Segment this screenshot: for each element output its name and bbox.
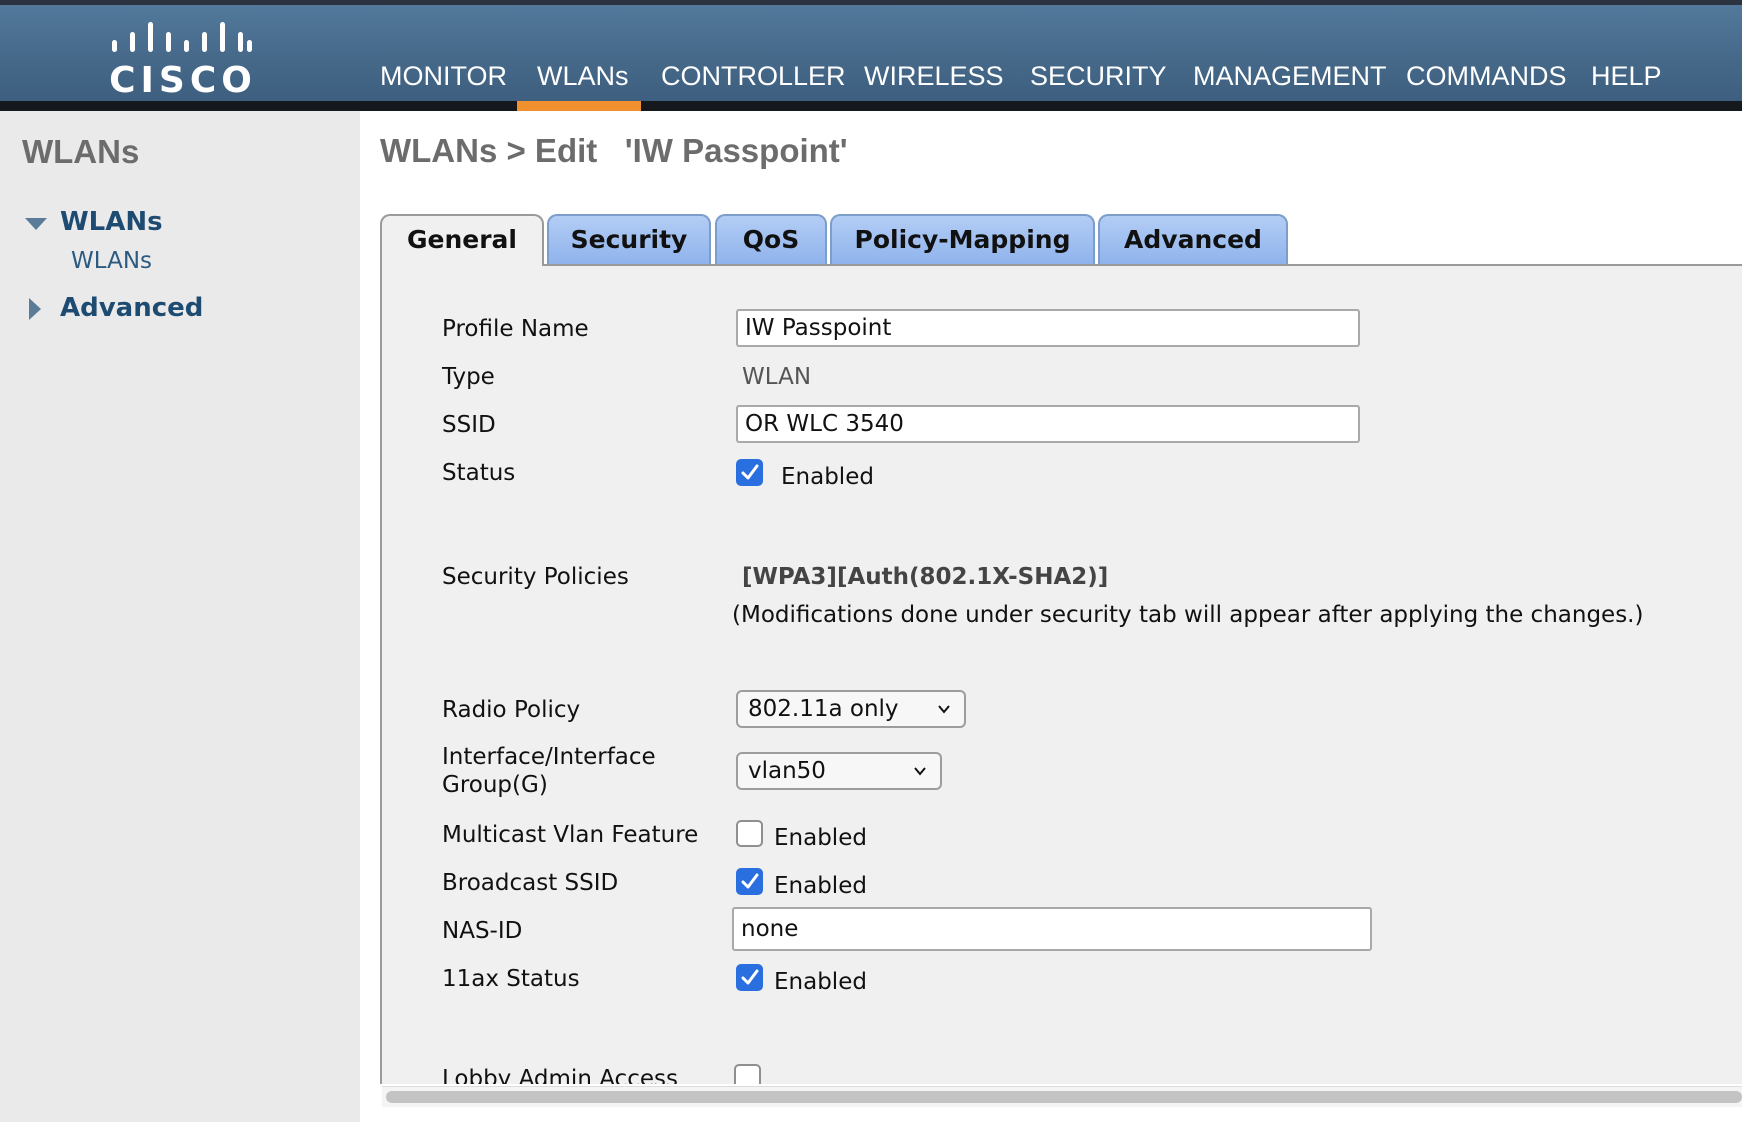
type-label: Type	[442, 364, 495, 390]
radio-policy-label: Radio Policy	[442, 697, 581, 723]
lobby-admin-checkbox[interactable]	[734, 1064, 761, 1084]
sidebar-item-wlans[interactable]: WLANs	[60, 207, 163, 237]
expand-right-icon[interactable]	[29, 298, 41, 320]
checkmark-icon	[741, 464, 759, 480]
tab-advanced[interactable]: Advanced	[1098, 214, 1288, 264]
security-policies-value: [WPA3][Auth(802.1X-SHA2)]	[742, 564, 1109, 590]
status-enabled-label: Enabled	[781, 464, 874, 490]
nav-help[interactable]: HELP	[1591, 61, 1662, 92]
nas-id-input[interactable]	[732, 907, 1372, 951]
nav-security[interactable]: SECURITY	[1030, 61, 1167, 92]
header-divider	[0, 101, 1742, 111]
broadcast-ssid-label: Broadcast SSID	[442, 870, 619, 896]
profile-name-label: Profile Name	[442, 316, 589, 342]
type-value: WLAN	[742, 364, 812, 390]
broadcast-ssid-checkbox[interactable]	[736, 868, 763, 895]
profile-name-input[interactable]	[736, 309, 1360, 347]
sidebar-subitem-wlans[interactable]: WLANs	[71, 248, 152, 274]
ssid-input[interactable]	[736, 405, 1360, 443]
tab-qos[interactable]: QoS	[715, 214, 827, 264]
nav-controller[interactable]: CONTROLLER	[661, 61, 846, 92]
nas-id-label: NAS-ID	[442, 918, 523, 944]
lobby-admin-label: Lobby Admin Access	[442, 1066, 678, 1084]
sidebar-item-advanced[interactable]: Advanced	[60, 293, 203, 323]
interface-value: vlan50	[748, 758, 826, 784]
ssid-label: SSID	[442, 412, 496, 438]
interface-label-line2: Group(G)	[442, 772, 548, 798]
horizontal-scrollbar[interactable]	[382, 1086, 1742, 1107]
nav-active-indicator	[517, 101, 641, 111]
scrollbar-thumb[interactable]	[386, 1091, 1742, 1103]
chevron-down-icon	[938, 705, 950, 714]
tab-security[interactable]: Security	[547, 214, 711, 264]
main-nav: MONITOR WLANs CONTROLLER WIRELESS SECURI…	[0, 5, 1742, 101]
status-label: Status	[442, 460, 516, 486]
interface-label-line1: Interface/Interface	[442, 744, 656, 770]
nav-commands[interactable]: COMMANDS	[1406, 61, 1567, 92]
expand-down-icon[interactable]	[25, 218, 47, 230]
general-panel	[380, 264, 1742, 1084]
multicast-vlan-label: Multicast Vlan Feature	[442, 822, 699, 848]
nav-wireless[interactable]: WIRELESS	[864, 61, 1004, 92]
tab-bar: General Security QoS Policy-Mapping Adva…	[380, 214, 1742, 266]
sidebar: WLANs WLANs WLANs Advanced	[0, 111, 360, 1122]
sidebar-title: WLANs	[22, 133, 140, 170]
security-policies-note: (Modifications done under security tab w…	[732, 602, 1644, 628]
tab-policy-mapping[interactable]: Policy-Mapping	[830, 214, 1095, 264]
multicast-vlan-enabled-label: Enabled	[774, 825, 867, 851]
tab-general[interactable]: General	[380, 214, 544, 266]
security-policies-label: Security Policies	[442, 564, 629, 590]
broadcast-ssid-enabled-label: Enabled	[774, 873, 867, 899]
clipped-row: Lobby Admin Access	[382, 1050, 1742, 1084]
checkmark-icon	[741, 969, 759, 985]
page-title: WLANs > Edit 'IW Passpoint'	[380, 132, 848, 169]
nav-management[interactable]: MANAGEMENT	[1193, 61, 1387, 92]
radio-policy-select[interactable]: 802.11a only	[736, 690, 966, 728]
radio-policy-value: 802.11a only	[748, 696, 899, 722]
status-checkbox[interactable]	[736, 459, 763, 486]
checkmark-icon	[741, 873, 759, 889]
nav-monitor[interactable]: MONITOR	[380, 61, 507, 92]
ax-status-label: 11ax Status	[442, 966, 580, 992]
interface-select[interactable]: vlan50	[736, 752, 942, 790]
ax-status-enabled-label: Enabled	[774, 969, 867, 995]
chevron-down-icon	[914, 767, 926, 776]
multicast-vlan-checkbox[interactable]	[736, 820, 763, 847]
ax-status-checkbox[interactable]	[736, 964, 763, 991]
nav-wlans[interactable]: WLANs	[537, 61, 629, 92]
